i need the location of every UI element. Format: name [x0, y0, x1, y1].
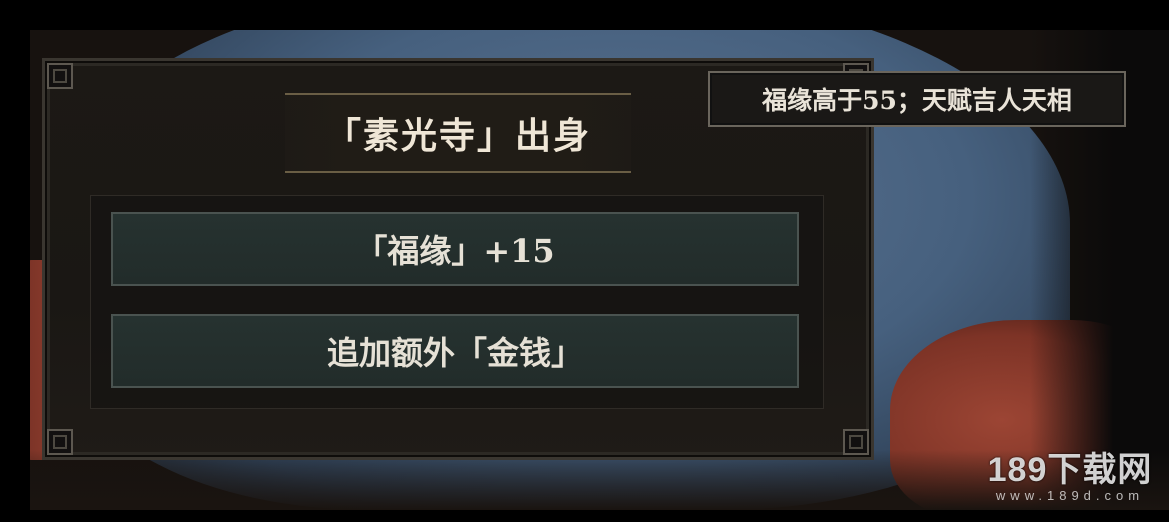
requirement-tooltip: 福缘高于55；天赋吉人天相 — [708, 71, 1126, 127]
tooltip-text: 福缘高于55；天赋吉人天相 — [762, 86, 1072, 115]
dialog-title-box: 「素光寺」出身 — [285, 93, 631, 173]
option-label: 追加额外「金钱」 — [326, 334, 583, 372]
letterbox-top — [0, 0, 1169, 30]
dialog-title: 「素光寺」出身 — [324, 115, 591, 157]
option-label: 「福缘」+15 — [355, 232, 555, 270]
option-extra-money[interactable]: 追加额外「金钱」 — [111, 314, 799, 388]
option-fortune-bonus[interactable]: 「福缘」+15 — [111, 212, 799, 286]
corner-ornament-icon — [47, 63, 73, 89]
watermark-url: www.189d.com — [995, 488, 1145, 503]
corner-ornament-icon — [47, 429, 73, 455]
site-watermark: 189下载网 www.189d.com — [985, 452, 1155, 503]
corner-ornament-icon — [843, 429, 869, 455]
letterbox-bottom — [0, 510, 1169, 522]
watermark-name: 189下载网 — [987, 451, 1153, 489]
options-list: 「福缘」+15 追加额外「金钱」 — [90, 195, 824, 409]
